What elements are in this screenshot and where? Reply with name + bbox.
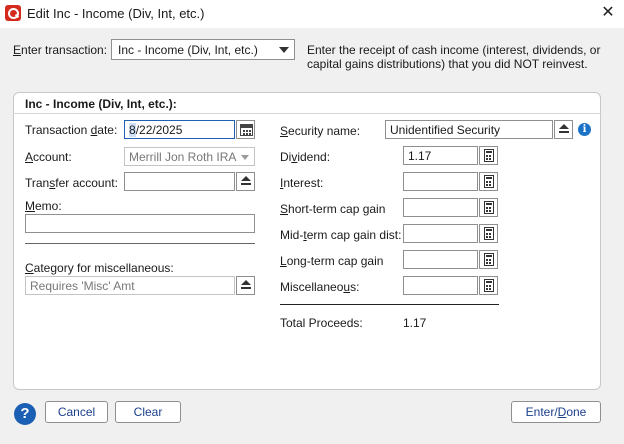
calculator-icon — [484, 201, 494, 214]
mid-term-cap-gain-label: Mid-term cap gain dist: — [280, 228, 402, 242]
transaction-date-field[interactable]: 8/22/2025 — [124, 120, 235, 139]
transaction-description: Enter the receipt of cash income (intere… — [307, 43, 601, 71]
mid-term-cap-gain-field[interactable] — [403, 224, 478, 243]
total-proceeds-value: 1.17 — [403, 316, 427, 330]
expand-list-icon — [241, 176, 251, 187]
left-separator — [25, 243, 255, 244]
short-term-cap-gain-label: Short-term cap gain — [280, 202, 386, 216]
account-value: Merrill Jon Roth IRA — [129, 150, 237, 164]
dividend-field[interactable]: 1.17 — [403, 146, 478, 165]
security-name-field[interactable]: Unidentified Security — [385, 120, 553, 139]
interest-calculator-button[interactable] — [479, 172, 498, 191]
panel-title: Inc - Income (Div, Int, etc.): — [25, 97, 177, 111]
category-label: Category for miscellaneous: — [25, 261, 174, 275]
long-term-cap-gain-label: Long-term cap gain — [280, 254, 384, 268]
enter-done-button[interactable]: Enter/Done — [511, 401, 601, 423]
transaction-type-value: Inc - Income (Div, Int, etc.) — [118, 43, 258, 57]
long-term-calculator-button[interactable] — [479, 250, 498, 269]
short-term-cap-gain-field[interactable] — [403, 198, 478, 217]
calculator-icon — [484, 279, 494, 292]
close-icon[interactable]: ✕ — [597, 2, 619, 24]
chevron-down-icon[interactable] — [274, 40, 294, 59]
short-term-calculator-button[interactable] — [479, 198, 498, 217]
interest-field[interactable] — [403, 172, 478, 191]
calculator-icon — [484, 253, 494, 266]
dividend-calculator-button[interactable] — [479, 146, 498, 165]
account-select[interactable]: Merrill Jon Roth IRA — [124, 147, 255, 166]
clear-button[interactable]: Clear — [115, 401, 181, 423]
category-list-button[interactable] — [236, 276, 255, 295]
chevron-down-icon — [241, 155, 249, 160]
calculator-icon — [484, 227, 494, 240]
mid-term-calculator-button[interactable] — [479, 224, 498, 243]
quicken-logo-icon — [5, 5, 21, 21]
transaction-type-select[interactable]: Inc - Income (Div, Int, etc.) — [111, 39, 295, 60]
transfer-account-list-button[interactable] — [236, 172, 255, 191]
miscellaneous-field[interactable] — [403, 276, 478, 295]
dividend-label: Dividend: — [280, 150, 331, 164]
transfer-account-label: Transfer account: — [25, 176, 118, 190]
window-title: Edit Inc - Income (Div, Int, etc.) — [27, 6, 205, 21]
security-list-button[interactable] — [554, 120, 573, 139]
expand-list-icon — [559, 124, 569, 135]
long-term-cap-gain-field[interactable] — [403, 250, 478, 269]
total-separator — [280, 304, 499, 305]
transfer-account-field[interactable] — [124, 172, 235, 191]
miscellaneous-label: Miscellaneous: — [280, 280, 360, 294]
interest-label: Interest: — [280, 176, 324, 190]
memo-label: Memo: — [25, 199, 62, 213]
category-field[interactable]: Requires 'Misc' Amt — [25, 276, 235, 295]
cancel-button[interactable]: Cancel — [45, 401, 108, 423]
info-icon[interactable]: i — [578, 123, 591, 136]
calendar-icon — [240, 124, 253, 136]
help-icon[interactable]: ? — [14, 403, 36, 425]
security-name-label: Security name: — [280, 124, 361, 138]
calculator-icon — [484, 149, 494, 162]
enter-transaction-label: Enter transaction: — [13, 43, 108, 57]
total-proceeds-label: Total Proceeds: — [280, 316, 363, 330]
panel-divider — [13, 113, 601, 114]
calendar-button[interactable] — [236, 120, 255, 139]
miscellaneous-calculator-button[interactable] — [479, 276, 498, 295]
memo-field[interactable] — [25, 214, 255, 233]
calculator-icon — [484, 175, 494, 188]
account-label: Account: — [25, 150, 72, 164]
transaction-date-label: Transaction date: — [25, 123, 118, 137]
expand-list-icon — [241, 280, 251, 291]
